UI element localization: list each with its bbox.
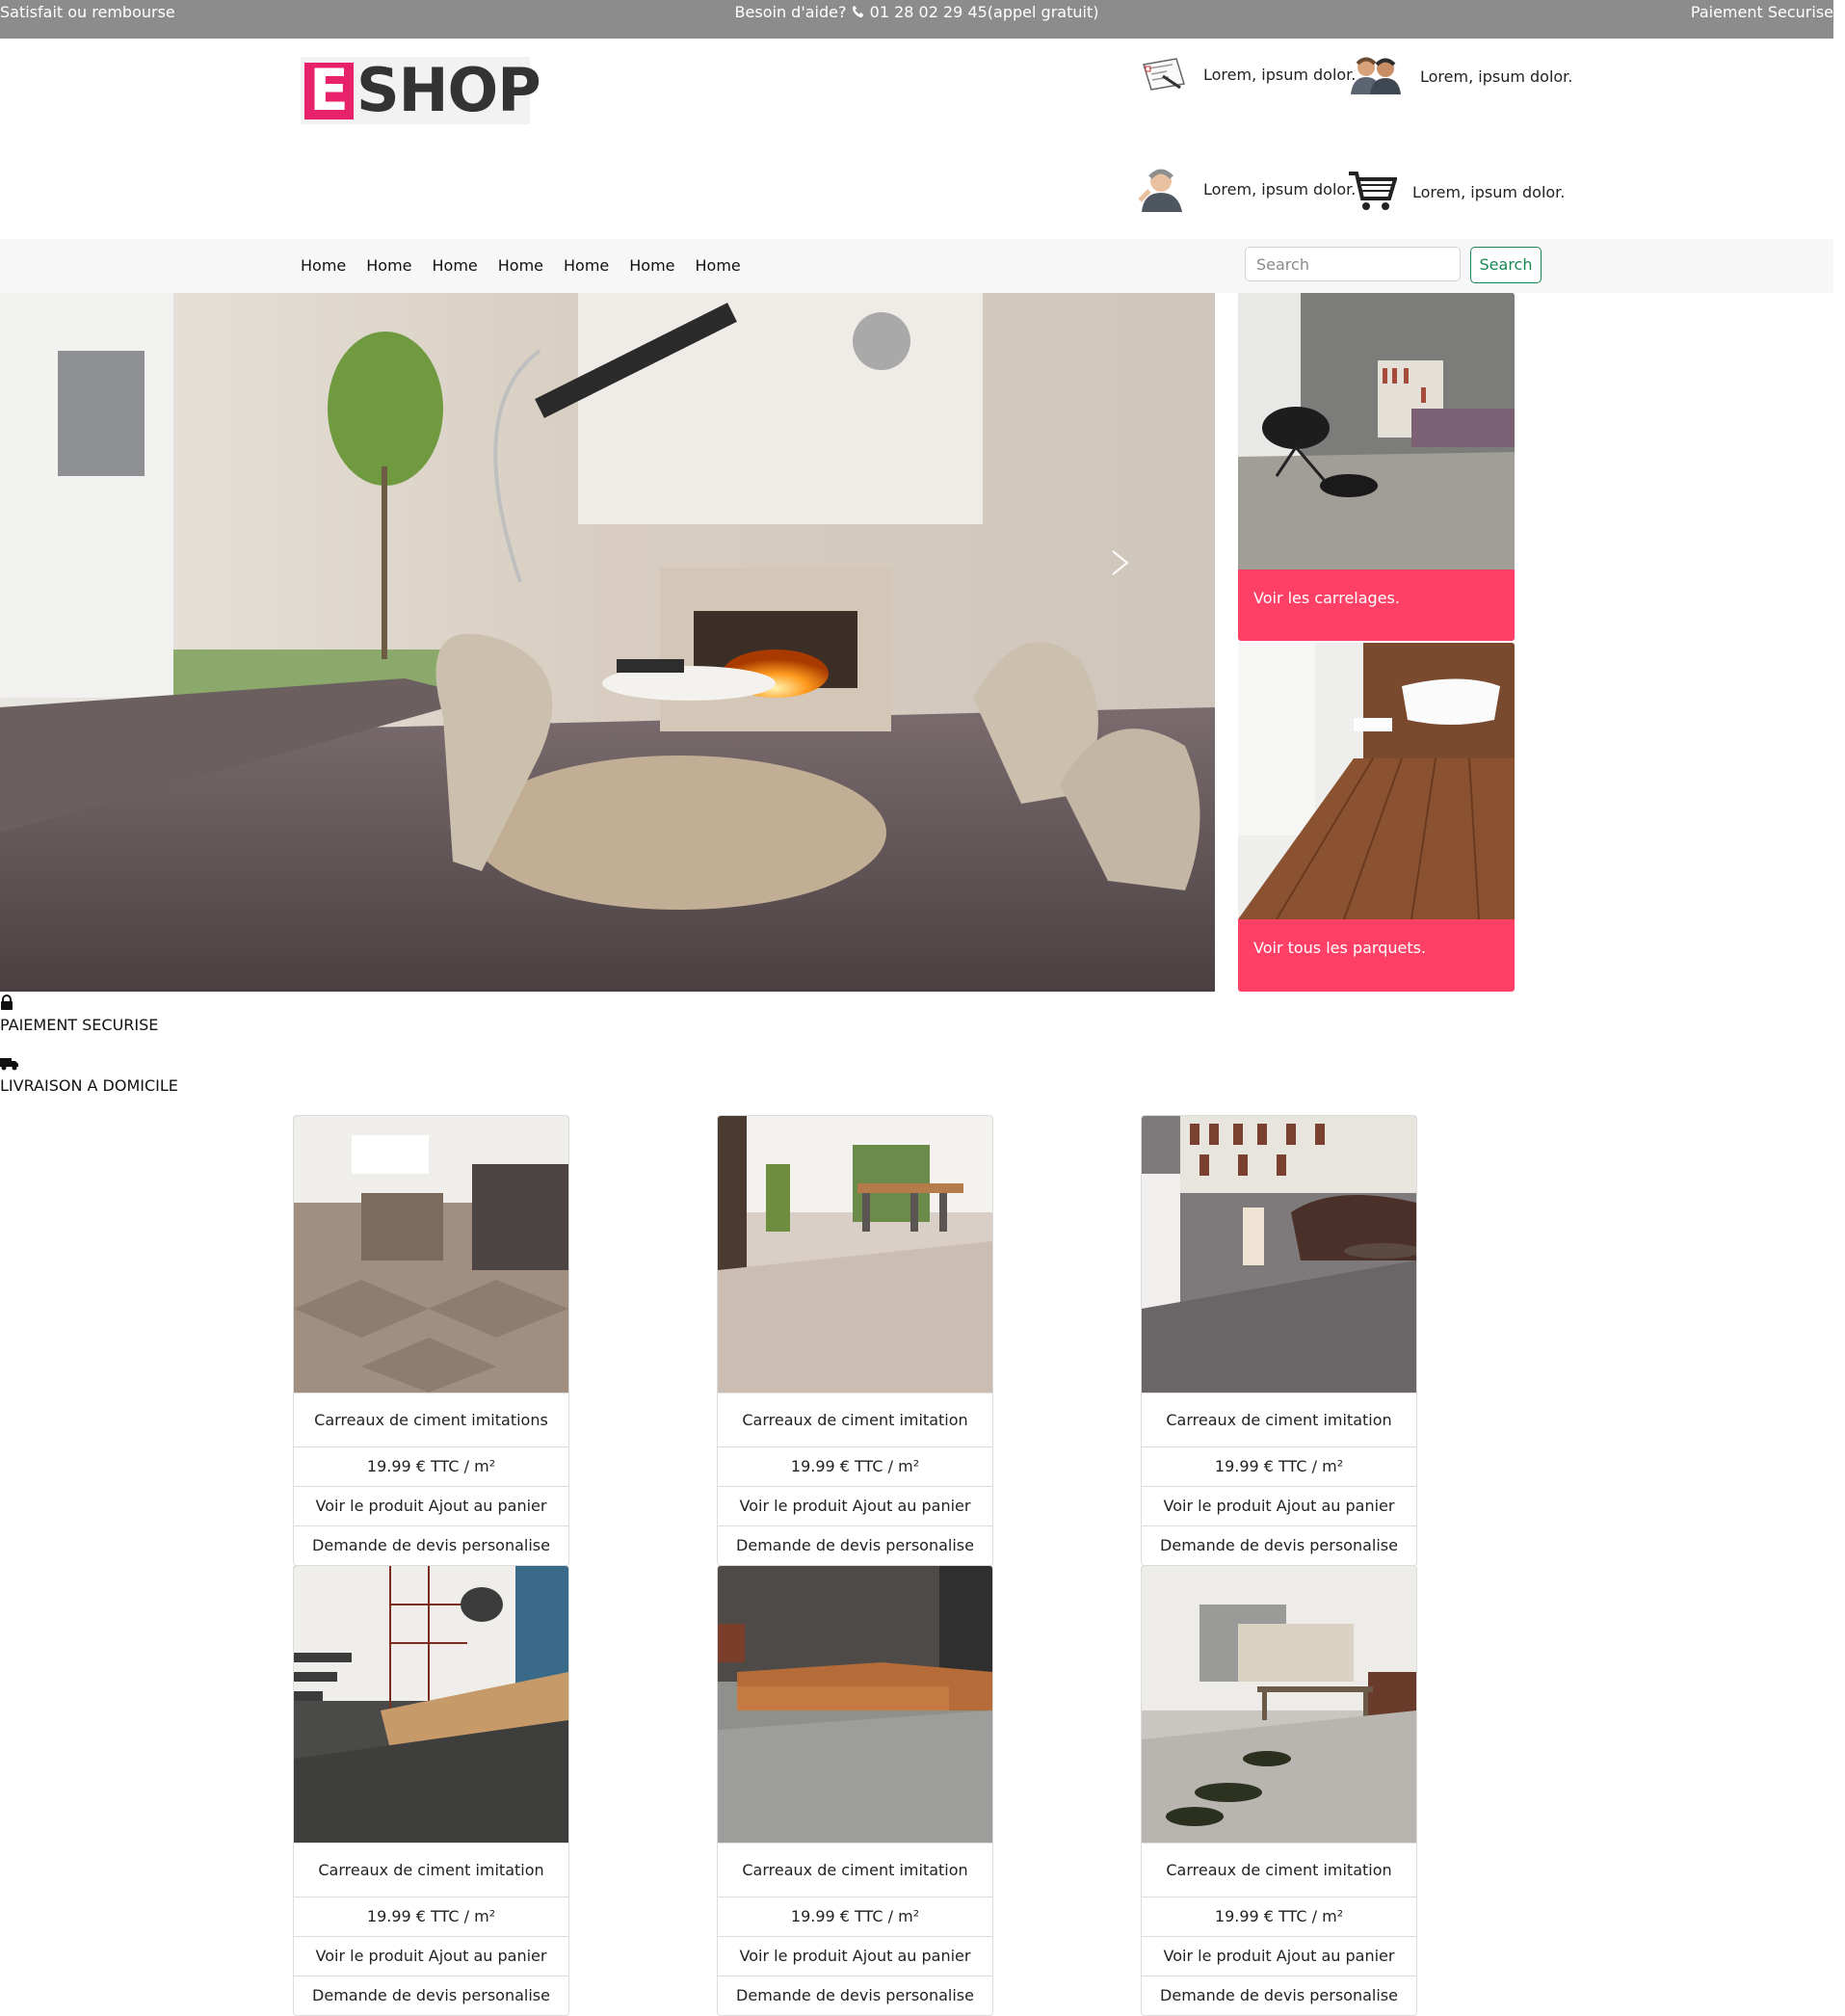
nav-link-home[interactable]: Home	[433, 256, 478, 275]
phone-icon	[852, 3, 870, 21]
logo-letter: E	[304, 62, 354, 119]
product-image	[294, 1116, 568, 1393]
product-image	[1142, 1116, 1416, 1393]
quote-request-link[interactable]: Demande de devis personalise	[1142, 1976, 1416, 2015]
nav-link-home[interactable]: Home	[564, 256, 609, 275]
product-image	[294, 1566, 568, 1843]
header-feature-1[interactable]: Lorem, ipsum dolor.	[1138, 55, 1356, 93]
service-secure-payment: PAIEMENT SECURISE	[0, 995, 158, 1034]
product-image	[718, 1116, 992, 1393]
header-feature-text: Lorem, ipsum dolor.	[1412, 182, 1566, 201]
nav-link-home[interactable]: Home	[301, 256, 346, 275]
product-price: 19.99 € TTC / m²	[1142, 1897, 1416, 1936]
product-card[interactable]: Carreaux de ciment imitations 19.99 € TT…	[293, 1115, 569, 1566]
quote-request-link[interactable]: Demande de devis personalise	[294, 1976, 568, 2015]
product-title[interactable]: Carreaux de ciment imitation	[718, 1393, 992, 1446]
nav-links: Home Home Home Home Home Home Home	[301, 256, 761, 275]
tiles-caption: Voir les carrelages.	[1253, 589, 1400, 607]
header-feature-3[interactable]: Lorem, ipsum dolor.	[1138, 166, 1356, 212]
support-agent-icon	[1138, 169, 1182, 212]
header-feature-text: Lorem, ipsum dolor.	[1203, 65, 1357, 84]
product-actions[interactable]: Voir le produit Ajout au panier	[1142, 1936, 1416, 1976]
product-card[interactable]: Carreaux de ciment imitation 19.99 € TTC…	[1141, 1565, 1417, 2016]
product-card[interactable]: Carreaux de ciment imitation 19.99 € TTC…	[717, 1565, 993, 2016]
product-actions[interactable]: Voir le produit Ajout au panier	[718, 1486, 992, 1525]
product-card[interactable]: Carreaux de ciment imitation 19.99 € TTC…	[717, 1115, 993, 1566]
header-feature-2[interactable]: Lorem, ipsum dolor.	[1347, 56, 1572, 96]
cart-icon	[1349, 172, 1397, 210]
main-navbar: Home Home Home Home Home Home Home Searc…	[0, 239, 1833, 293]
users-icon	[1351, 57, 1401, 94]
product-actions[interactable]: Voir le produit Ajout au panier	[294, 1486, 568, 1525]
logo-text: SHOP	[356, 55, 541, 125]
product-title[interactable]: Carreaux de ciment imitation	[1142, 1393, 1416, 1446]
header-feature-text: Lorem, ipsum dolor.	[1203, 179, 1357, 199]
nav-link-home[interactable]: Home	[629, 256, 674, 275]
header-feature-text: Lorem, ipsum dolor.	[1420, 66, 1573, 86]
product-actions[interactable]: Voir le produit Ajout au panier	[1142, 1486, 1416, 1525]
tiles-promo-card[interactable]: Voir les carrelages.	[1238, 293, 1515, 641]
help-line: Besoin d'aide? 01 28 02 29 45(appel grat…	[0, 3, 1833, 21]
help-label: Besoin d'aide?	[734, 3, 847, 21]
parquet-image	[1238, 643, 1515, 919]
product-card[interactable]: Carreaux de ciment imitation 19.99 € TTC…	[293, 1565, 569, 2016]
service-label: LIVRAISON A DOMICILE	[0, 1076, 178, 1095]
product-actions[interactable]: Voir le produit Ajout au panier	[718, 1936, 992, 1976]
product-price: 19.99 € TTC / m²	[1142, 1446, 1416, 1486]
eshop-logo[interactable]: E SHOP	[301, 57, 541, 124]
secure-payment-text: Paiement Securise	[1690, 3, 1833, 21]
truck-icon	[0, 1058, 18, 1071]
nav-link-home[interactable]: Home	[498, 256, 543, 275]
search-input[interactable]	[1245, 247, 1461, 281]
service-label: PAIEMENT SECURISE	[0, 1016, 159, 1034]
lock-icon	[1, 995, 13, 1010]
quote-request-link[interactable]: Demande de devis personalise	[718, 1525, 992, 1565]
hero-carousel[interactable]	[0, 293, 1215, 992]
hero-image	[0, 293, 1215, 992]
product-image	[1142, 1566, 1416, 1843]
product-title[interactable]: Carreaux de ciment imitations	[294, 1393, 568, 1446]
product-price: 19.99 € TTC / m²	[718, 1446, 992, 1486]
parquet-promo-card[interactable]: Voir tous les parquets.	[1238, 643, 1515, 992]
document-icon	[1143, 58, 1185, 91]
nav-link-home[interactable]: Home	[366, 256, 411, 275]
top-info-bar: Satisfait ou rembourse Besoin d'aide? 01…	[0, 0, 1833, 39]
phone-number[interactable]: 01 28 02 29 45(appel gratuit)	[870, 3, 1099, 21]
product-price: 19.99 € TTC / m²	[294, 1446, 568, 1486]
search-button[interactable]: Search	[1470, 247, 1542, 283]
product-image	[718, 1566, 992, 1843]
header-feature-4[interactable]: Lorem, ipsum dolor.	[1347, 170, 1565, 214]
nav-link-home[interactable]: Home	[696, 256, 741, 275]
product-card[interactable]: Carreaux de ciment imitation 19.99 € TTC…	[1141, 1115, 1417, 1566]
parquet-caption: Voir tous les parquets.	[1253, 939, 1427, 957]
quote-request-link[interactable]: Demande de devis personalise	[294, 1525, 568, 1565]
quote-request-link[interactable]: Demande de devis personalise	[1142, 1525, 1416, 1565]
tiles-image	[1238, 293, 1515, 570]
product-price: 19.99 € TTC / m²	[294, 1897, 568, 1936]
product-price: 19.99 € TTC / m²	[718, 1897, 992, 1936]
service-home-delivery: LIVRAISON A DOMICILE	[0, 1057, 178, 1095]
quote-request-link[interactable]: Demande de devis personalise	[718, 1976, 992, 2015]
product-title[interactable]: Carreaux de ciment imitation	[1142, 1843, 1416, 1897]
product-title[interactable]: Carreaux de ciment imitation	[718, 1843, 992, 1897]
product-title[interactable]: Carreaux de ciment imitation	[294, 1843, 568, 1897]
product-actions[interactable]: Voir le produit Ajout au panier	[294, 1936, 568, 1976]
